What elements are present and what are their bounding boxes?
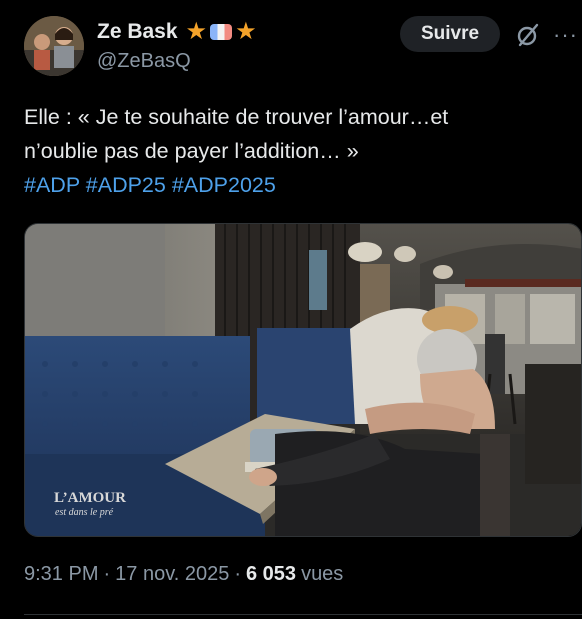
more-options-icon[interactable]: ··· xyxy=(553,22,581,47)
views-count: 6 053 xyxy=(246,563,297,585)
divider xyxy=(24,614,582,615)
star-icon: ★ xyxy=(185,18,208,45)
avatar[interactable] xyxy=(24,16,84,76)
author-handle[interactable]: @ZeBasQ xyxy=(97,50,191,73)
follow-button[interactable]: Suivre xyxy=(400,16,500,52)
views-label: vues xyxy=(301,563,344,585)
tweet-meta: 9:31 PM · 17 nov. 2025 · 6 053 vues xyxy=(24,563,343,586)
meta-separator: · xyxy=(234,563,241,585)
tweet-text: Elle : « Je te souhaite de trouver l’amo… xyxy=(24,100,554,202)
grok-icon[interactable] xyxy=(514,21,542,49)
author-name-row: Ze Bask ★ ★ xyxy=(97,17,257,47)
watermark-title: L’AMOUR xyxy=(54,490,126,506)
verification-badges: ★ ★ xyxy=(186,20,257,44)
watermark-logo: L’AMOUR est dans le pré xyxy=(54,490,126,518)
hashtag-link[interactable]: #ADP xyxy=(24,173,80,197)
watermark-subtitle: est dans le pré xyxy=(55,507,114,518)
hashtag-link[interactable]: #ADP2025 xyxy=(172,173,276,197)
tweet-time[interactable]: 9:31 PM xyxy=(24,563,98,586)
author-name[interactable]: Ze Bask xyxy=(97,20,178,44)
hashtags: #ADP #ADP25 #ADP2025 xyxy=(24,168,554,202)
hashtag-link[interactable]: #ADP25 xyxy=(86,173,166,197)
flag-badge-icon xyxy=(210,24,233,40)
tweet-line-2: n’oublie pas de payer l’addition… » xyxy=(24,139,359,163)
star-icon: ★ xyxy=(235,18,257,45)
tweet-date[interactable]: 17 nov. 2025 xyxy=(115,563,229,586)
tweet-line-1: Elle : « Je te souhaite de trouver l’amo… xyxy=(24,105,449,129)
meta-separator: · xyxy=(103,563,111,585)
